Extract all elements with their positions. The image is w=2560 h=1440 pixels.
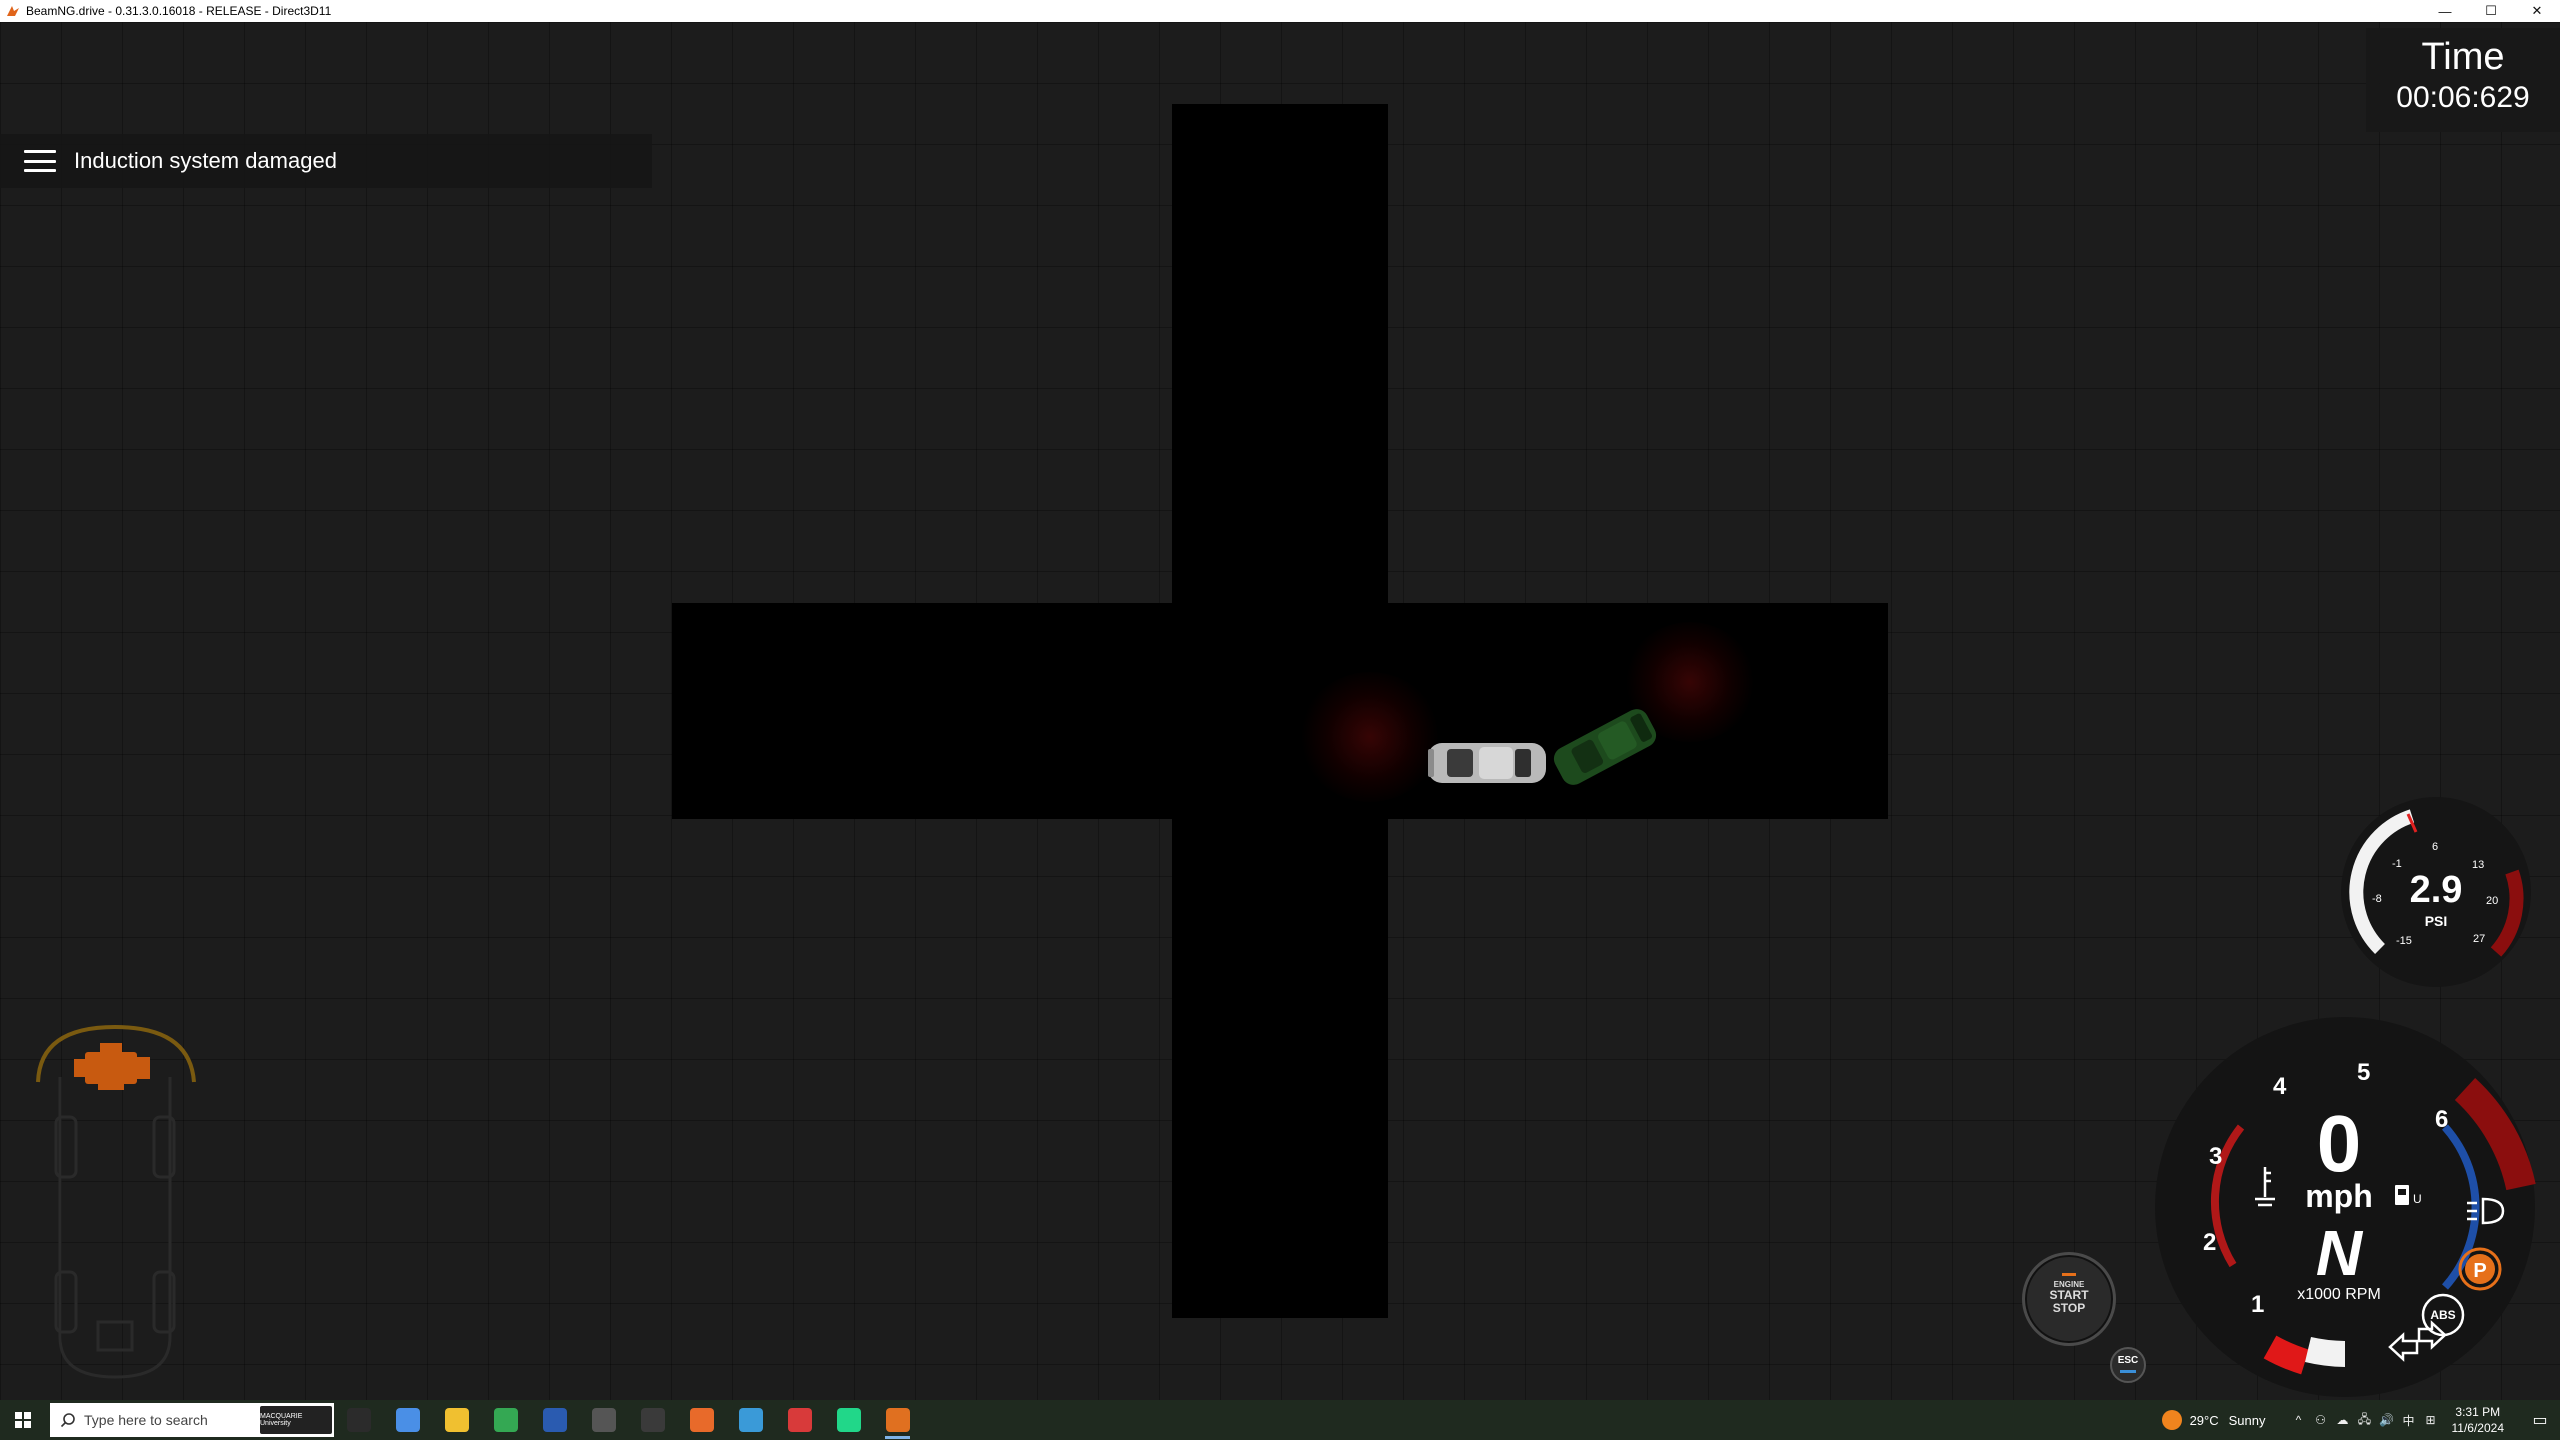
engine-start-stop-button[interactable]: ENGINE START STOP bbox=[2022, 1252, 2116, 1346]
window-titlebar: BeamNG.drive - 0.31.3.0.16018 - RELEASE … bbox=[0, 0, 2560, 22]
volume-icon[interactable]: 🔊 bbox=[2376, 1413, 2398, 1427]
boost-unit: PSI bbox=[2425, 913, 2448, 929]
weather-widget[interactable]: 29°C Sunny bbox=[2161, 1410, 2266, 1430]
notes-app-icon bbox=[689, 1408, 714, 1432]
taskbar-app-pycharm[interactable] bbox=[824, 1400, 873, 1440]
red-app-icon bbox=[787, 1408, 812, 1432]
file-explorer-icon bbox=[444, 1408, 469, 1432]
parking-brake-label: P bbox=[2473, 1260, 2486, 1282]
taskbar-app-task-view[interactable] bbox=[334, 1400, 383, 1440]
hamburger-menu-icon[interactable] bbox=[24, 150, 56, 172]
search-icon bbox=[60, 1413, 75, 1428]
beamng-app-icon bbox=[7, 6, 19, 16]
boost-tick-6: 6 bbox=[2432, 841, 2438, 853]
powershell-icon bbox=[542, 1408, 567, 1432]
taskbar-app-powershell[interactable] bbox=[530, 1400, 579, 1440]
beamng-icon bbox=[885, 1408, 910, 1432]
boost-value: 2.9 bbox=[2410, 869, 2463, 911]
windows-taskbar: Type here to search MACQUARIE University… bbox=[0, 1400, 2560, 1440]
opponent-car bbox=[1553, 709, 1657, 785]
taskbar-search-box[interactable]: Type here to search MACQUARIE University bbox=[50, 1403, 334, 1437]
boost-tick-13: 13 bbox=[2472, 859, 2484, 871]
weather-temp: 29°C bbox=[2189, 1412, 2219, 1428]
vehicle-damage-widget bbox=[36, 1024, 196, 1379]
esc-label: ESC bbox=[2117, 1355, 2139, 1366]
speed-value: 0 bbox=[2317, 1099, 2362, 1188]
rpm-tick-2: 2 bbox=[2203, 1229, 2216, 1256]
taskbar-clock[interactable]: 3:31 PM 11/6/2024 bbox=[2452, 1404, 2505, 1436]
input-method-icon[interactable]: 中 bbox=[2398, 1412, 2420, 1429]
stop-label: STOP bbox=[2052, 1301, 2086, 1315]
close-button[interactable]: ✕ bbox=[2514, 0, 2560, 22]
engine-led bbox=[2062, 1273, 2076, 1276]
system-tray: 29°C Sunny ^ ⚇ ☁ 🖧 🔊 中 ⊞ 3:31 PM 11/6/20… bbox=[2161, 1400, 2560, 1440]
network-icon[interactable]: 🖧 bbox=[2354, 1410, 2376, 1431]
rpm-tick-1: 1 bbox=[2251, 1291, 2264, 1318]
timer-label: Time bbox=[2421, 36, 2505, 78]
notification-icon[interactable]: ▭ bbox=[2520, 1410, 2560, 1430]
terminal-icon bbox=[640, 1408, 665, 1432]
taskbar-app-copilot[interactable] bbox=[383, 1400, 432, 1440]
window-app-icon bbox=[591, 1408, 616, 1432]
boost-tick-m8: -8 bbox=[2372, 893, 2382, 905]
minimize-button[interactable]: — bbox=[2422, 0, 2468, 22]
taskbar-app-terminal[interactable] bbox=[628, 1400, 677, 1440]
player-car bbox=[1428, 743, 1546, 783]
rpm-tick-3: 3 bbox=[2209, 1143, 2222, 1170]
tail-light-glow-left bbox=[1300, 672, 1440, 802]
game-viewport[interactable]: Induction system damaged Time 00:06:629 … bbox=[0, 22, 2560, 1400]
university-badge[interactable]: MACQUARIE University bbox=[260, 1406, 332, 1434]
start-button[interactable] bbox=[0, 1400, 46, 1440]
weather-condition: Sunny bbox=[2228, 1412, 2266, 1428]
taskbar-apps bbox=[334, 1400, 922, 1440]
maximize-button[interactable]: ☐ bbox=[2468, 0, 2514, 22]
gear-indicator: N bbox=[2316, 1217, 2364, 1289]
keyboard-layout-icon[interactable]: ⊞ bbox=[2420, 1413, 2442, 1427]
esc-button[interactable]: ESC bbox=[2110, 1347, 2146, 1383]
boost-tick-27: 27 bbox=[2473, 933, 2485, 945]
show-hidden-icons-icon[interactable]: ^ bbox=[2288, 1413, 2310, 1427]
rpm-label: x1000 RPM bbox=[2297, 1286, 2381, 1303]
rpm-tick-4: 4 bbox=[2273, 1073, 2287, 1100]
speed-unit: mph bbox=[2305, 1178, 2373, 1214]
window-title: BeamNG.drive - 0.31.3.0.16018 - RELEASE … bbox=[26, 4, 332, 18]
taskbar-app-red-app[interactable] bbox=[775, 1400, 824, 1440]
race-timer: Time 00:06:629 bbox=[2366, 28, 2560, 132]
clock-time: 3:31 PM bbox=[2455, 1405, 2501, 1419]
onedrive-icon[interactable]: ☁ bbox=[2332, 1413, 2354, 1427]
boost-tick-m1: -1 bbox=[2392, 858, 2402, 870]
timer-value: 00:06:629 bbox=[2396, 81, 2530, 114]
rpm-tick-6: 6 bbox=[2435, 1106, 2448, 1133]
fuel-label: U bbox=[2413, 1192, 2422, 1206]
browser-app-icon bbox=[738, 1408, 763, 1432]
chrome-icon bbox=[493, 1408, 518, 1432]
damage-message-bar: Induction system damaged bbox=[0, 134, 652, 188]
clock-date: 11/6/2024 bbox=[2451, 1421, 2505, 1435]
task-view-icon bbox=[346, 1408, 371, 1432]
fuel-icon bbox=[2395, 1185, 2409, 1205]
windows-logo-icon bbox=[15, 1412, 31, 1428]
speed-rpm-gauge: 1 2 3 4 5 6 0 mph N x1000 RPM U P ABS bbox=[2155, 1017, 2536, 1397]
abs-label: ABS bbox=[2430, 1308, 2455, 1322]
sunny-weather-icon bbox=[2161, 1410, 2182, 1430]
rpm-tick-5: 5 bbox=[2357, 1059, 2370, 1086]
damage-message: Induction system damaged bbox=[74, 148, 337, 173]
boost-tick-m15: -15 bbox=[2396, 935, 2412, 947]
boost-gauge: -15 -8 -1 6 13 20 27 2.9 PSI bbox=[2341, 797, 2531, 987]
boost-tick-20: 20 bbox=[2486, 895, 2498, 907]
tray-app-icon[interactable]: ⚇ bbox=[2310, 1413, 2332, 1427]
esc-indicator bbox=[2120, 1370, 2136, 1373]
taskbar-app-chrome[interactable] bbox=[481, 1400, 530, 1440]
search-placeholder: Type here to search bbox=[84, 1412, 208, 1428]
copilot-icon bbox=[395, 1408, 420, 1432]
window-controls: — ☐ ✕ bbox=[2422, 0, 2560, 22]
pycharm-icon bbox=[836, 1408, 861, 1432]
taskbar-app-file-explorer[interactable] bbox=[432, 1400, 481, 1440]
taskbar-app-window-app[interactable] bbox=[579, 1400, 628, 1440]
taskbar-app-notes-app[interactable] bbox=[677, 1400, 726, 1440]
taskbar-app-browser-app[interactable] bbox=[726, 1400, 775, 1440]
engine-warning-icon bbox=[74, 1043, 150, 1090]
taskbar-app-beamng[interactable] bbox=[873, 1400, 922, 1440]
